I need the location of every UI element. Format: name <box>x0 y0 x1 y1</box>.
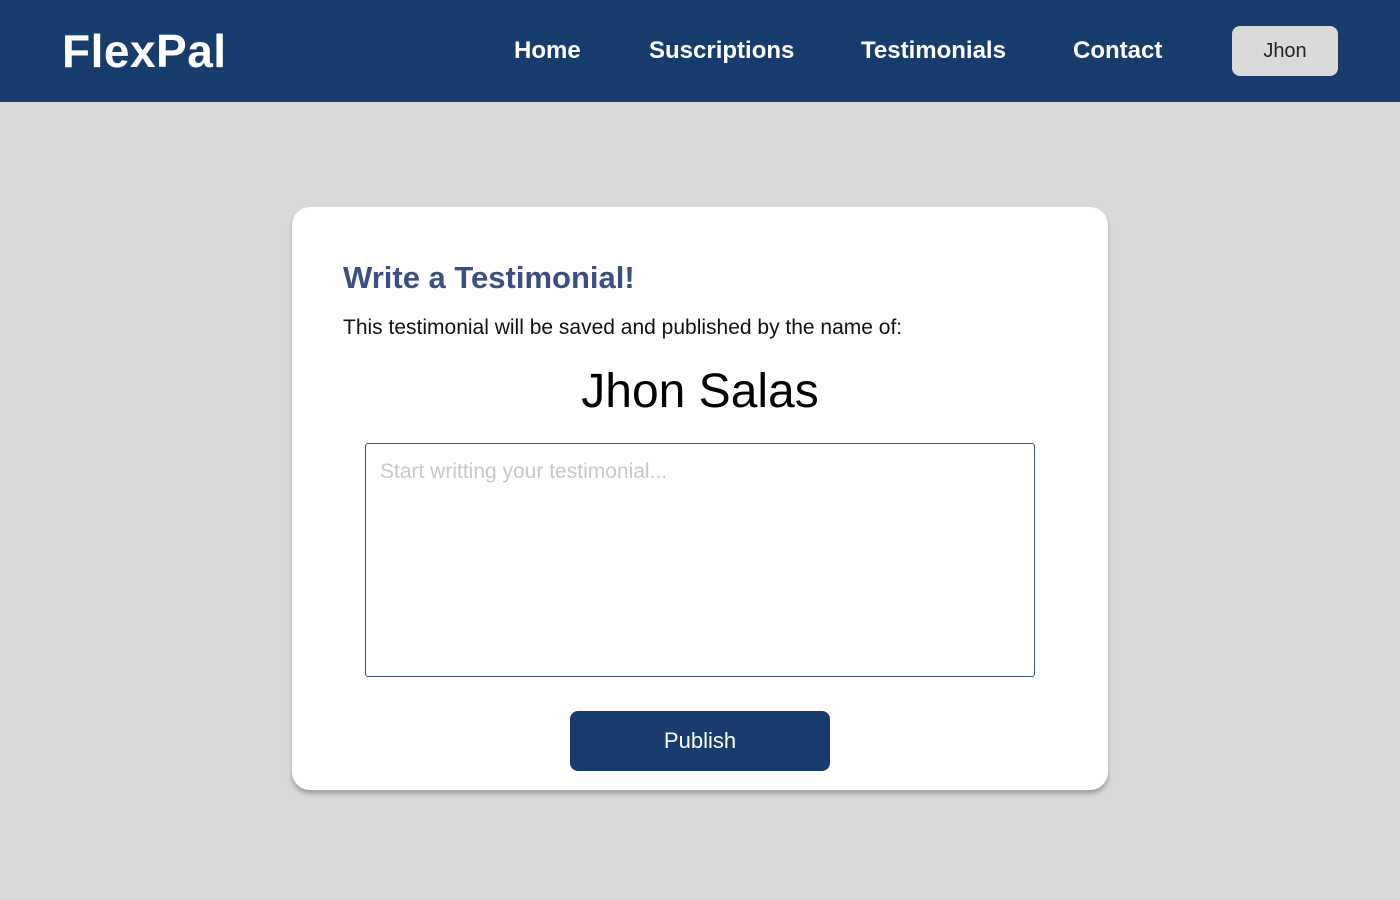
form-title: Write a Testimonial! <box>343 260 635 295</box>
testimonial-input[interactable] <box>365 443 1035 677</box>
testimonial-card: Write a Testimonial! This testimonial wi… <box>292 207 1108 790</box>
nav-link-suscriptions[interactable]: Suscriptions <box>649 36 794 66</box>
nav-link-testimonials[interactable]: Testimonials <box>861 36 1006 66</box>
form-description: This testimonial will be saved and publi… <box>343 316 903 339</box>
nav-link-home[interactable]: Home <box>514 36 581 66</box>
publish-button[interactable]: Publish <box>570 711 830 771</box>
nav-link-contact[interactable]: Contact <box>1073 36 1162 66</box>
author-name: Jhon Salas <box>581 365 819 418</box>
brand-logo[interactable]: FlexPal <box>62 24 227 78</box>
navbar: FlexPal Home Suscriptions Testimonials C… <box>0 0 1400 102</box>
user-account-button[interactable]: Jhon <box>1232 26 1338 76</box>
